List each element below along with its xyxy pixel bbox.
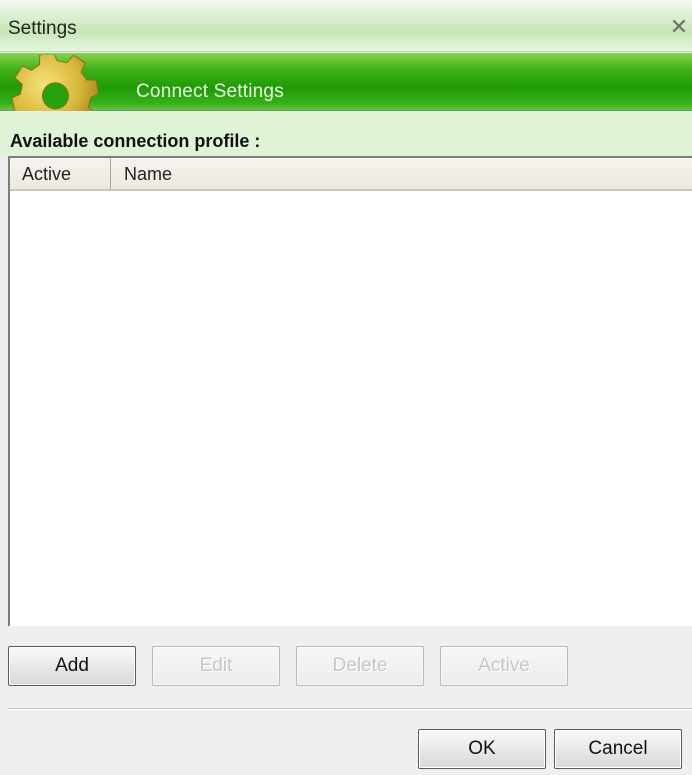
close-icon[interactable]: ✕: [668, 16, 690, 38]
delete-button[interactable]: Delete: [296, 646, 424, 686]
window-title: Settings: [8, 18, 77, 39]
settings-banner: Connect Settings: [0, 53, 692, 111]
divider: [8, 708, 692, 710]
profiles-section-header: Available connection profile :: [0, 112, 692, 156]
profiles-heading: Available connection profile :: [10, 131, 261, 151]
list-header: Active Name: [10, 158, 692, 191]
title-bar: Settings ✕: [0, 0, 692, 52]
active-button[interactable]: Active: [440, 646, 568, 686]
cancel-button[interactable]: Cancel: [554, 729, 682, 769]
profiles-list[interactable]: Active Name: [8, 156, 692, 626]
column-header-active[interactable]: Active: [10, 158, 111, 189]
banner-label: Connect Settings: [136, 81, 284, 102]
column-header-name[interactable]: Name: [112, 158, 172, 189]
gear-icon: [11, 55, 98, 111]
edit-button[interactable]: Edit: [152, 646, 280, 686]
ok-button[interactable]: OK: [418, 729, 546, 769]
add-button[interactable]: Add: [8, 646, 136, 686]
